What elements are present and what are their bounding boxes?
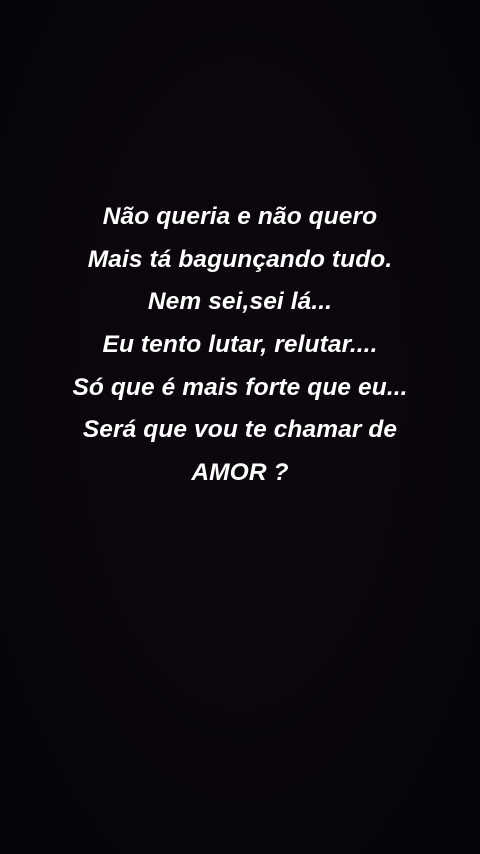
poem-line-3: Nem sei,sei lá... <box>147 288 333 316</box>
poem-line-1: Não queria e não quero <box>102 203 378 230</box>
poem-line-4: Eu tento lutar, relutar.... <box>102 331 378 359</box>
story-screen: Não queria e não quero Mais tá bagunçand… <box>0 0 480 854</box>
poem-line-2: Mais tá bagunçando tudo. <box>87 245 393 273</box>
poem-line-5: Só que é mais forte que eu... <box>72 373 408 401</box>
poem-text: Não queria e não quero Mais tá bagunçand… <box>0 196 480 495</box>
poem-line-6: Será que vou te chamar de <box>82 416 398 444</box>
poem-line-7: AMOR ? <box>191 459 289 487</box>
